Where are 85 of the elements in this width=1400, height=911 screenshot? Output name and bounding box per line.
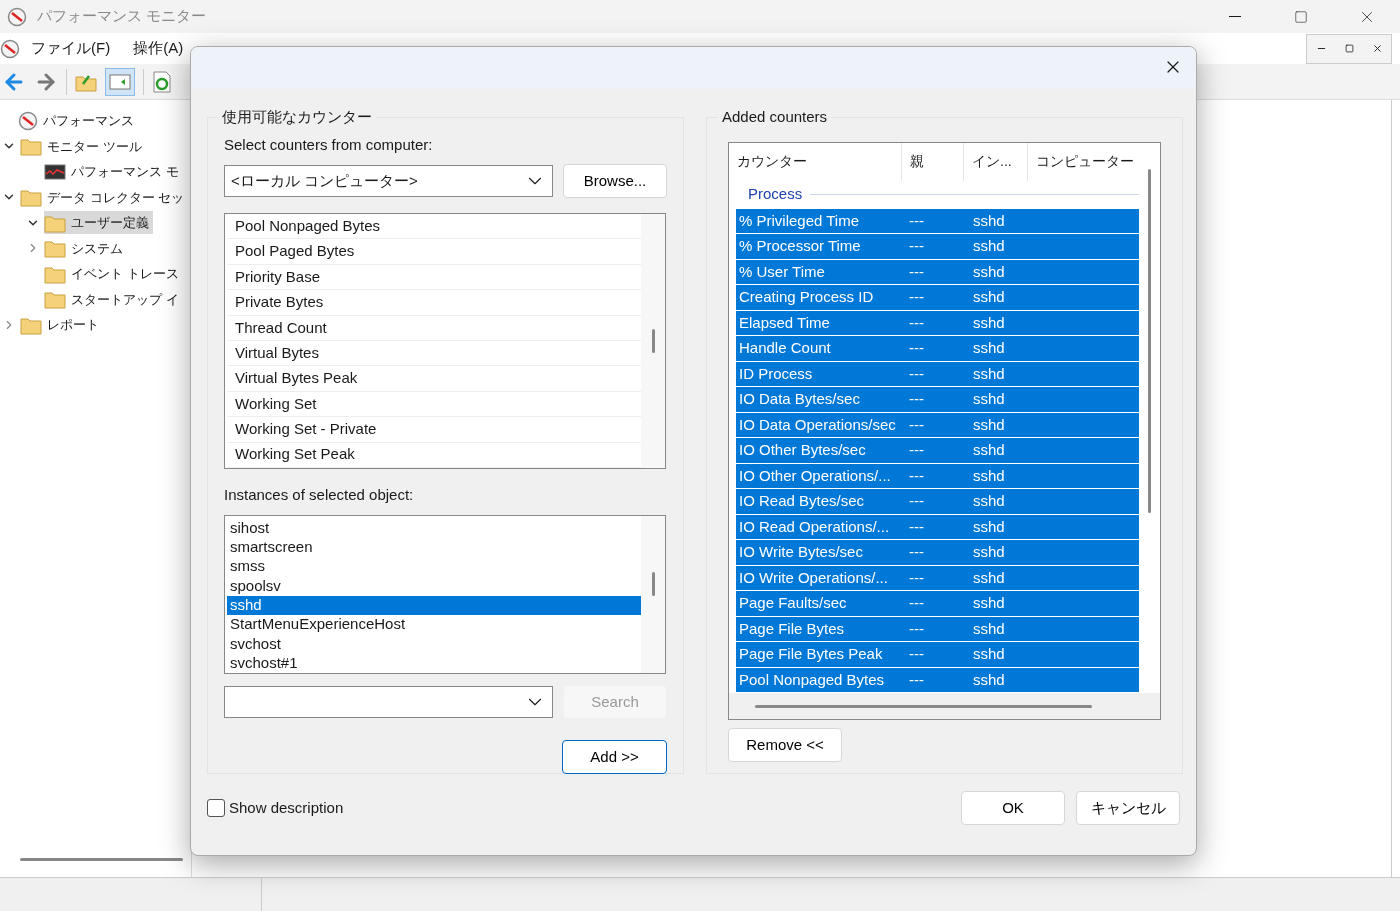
folder-icon	[44, 238, 66, 259]
group-title: 使用可能なカウンター	[221, 107, 373, 127]
tree-item[interactable]: モニター ツール	[20, 134, 146, 158]
tree-item[interactable]: システム	[44, 236, 127, 260]
counter-row[interactable]: IO Data Operations/sec --- sshd	[736, 412, 1139, 438]
counter-item[interactable]: Priority Base	[227, 264, 641, 291]
counter-item[interactable]: Working Set - Private	[227, 417, 641, 443]
tree-item[interactable]: レポート	[20, 313, 103, 337]
counter-item[interactable]: Thread Count	[227, 315, 641, 341]
column-header[interactable]: カウンター	[729, 142, 902, 181]
instances-label: Instances of selected object:	[224, 484, 415, 505]
counter-row[interactable]: Page File Bytes --- sshd	[736, 616, 1139, 642]
counter-item[interactable]: Private Bytes	[227, 290, 641, 316]
counter-row[interactable]: IO Write Operations/... --- sshd	[736, 565, 1139, 591]
computer-label: Select counters from computer:	[224, 134, 434, 155]
console-tree-button[interactable]	[105, 67, 135, 96]
scrollbar-thumb[interactable]	[1148, 168, 1151, 513]
counter-row[interactable]: Page Faults/sec --- sshd	[736, 591, 1139, 617]
counter-row[interactable]: % Privileged Time --- sshd	[736, 208, 1139, 234]
tree-item[interactable]: ユーザー定義	[44, 211, 153, 235]
column-header[interactable]: イン...	[964, 142, 1028, 181]
folder-icon	[44, 289, 66, 310]
cancel-button[interactable]: キャンセル	[1076, 791, 1180, 825]
counter-row[interactable]: IO Write Bytes/sec --- sshd	[736, 540, 1139, 566]
instance-item[interactable]: StartMenuExperienceHost	[227, 614, 641, 635]
counter-item[interactable]: Pool Nonpaged Bytes	[227, 214, 641, 240]
counter-row[interactable]: Creating Process ID --- sshd	[736, 285, 1139, 311]
minimize-icon	[1229, 16, 1241, 17]
gauge-icon	[18, 110, 38, 131]
tree-item[interactable]: スタートアップ イ	[44, 287, 183, 311]
instance-item[interactable]: sshd	[227, 595, 641, 615]
scrollbar-thumb[interactable]	[651, 329, 655, 353]
tree-item[interactable]: パフォーマンス モ	[44, 160, 183, 184]
refresh-icon[interactable]	[152, 70, 172, 93]
instance-list[interactable]: sihost smartscreen smss spoolsv sshd StartMenuExperienceHost svchost svchost#1	[224, 515, 666, 674]
counter-item[interactable]: Virtual Bytes	[227, 340, 641, 367]
counter-row[interactable]: IO Data Bytes/sec --- sshd	[736, 387, 1139, 413]
maximize-icon	[1294, 9, 1308, 24]
column-header[interactable]: 親	[902, 142, 964, 181]
counter-item[interactable]: Virtual Bytes Peak	[227, 366, 641, 392]
folder-icon	[20, 136, 42, 157]
folder-icon	[20, 187, 42, 208]
tree-item[interactable]: データ コレクター セッ	[20, 185, 189, 209]
counter-row[interactable]: IO Read Operations/... --- sshd	[736, 514, 1139, 540]
counter-row[interactable]: IO Read Bytes/sec --- sshd	[736, 489, 1139, 515]
column-header[interactable]: コンピューター	[1028, 142, 1139, 181]
chart-window-icon	[44, 163, 66, 180]
add-button[interactable]: Add >>	[562, 739, 667, 774]
counter-row[interactable]: Pool Nonpaged Bytes --- sshd	[736, 667, 1139, 693]
browse-button[interactable]: Browse...	[563, 164, 667, 198]
scrollbar-thumb[interactable]	[755, 704, 1092, 708]
counter-row[interactable]: IO Other Operations/... --- sshd	[736, 463, 1139, 489]
computer-dropdown[interactable]: <ローカル コンピューター>	[224, 165, 553, 197]
counter-item[interactable]: Pool Paged Bytes	[227, 239, 641, 265]
instance-item[interactable]: smartscreen	[227, 537, 641, 557]
menu-item[interactable]: 操作(A)	[133, 37, 184, 60]
counter-item[interactable]: Working Set Peak	[227, 442, 641, 468]
instance-item[interactable]: smss	[227, 557, 641, 577]
gauge-icon	[7, 6, 27, 27]
counter-item[interactable]: Working Set	[227, 391, 641, 418]
tree-item[interactable]: イベント トレース	[44, 262, 183, 286]
instance-item[interactable]: svchost	[227, 634, 641, 654]
menu-item[interactable]: ファイル(F)	[31, 37, 111, 60]
window-title: パフォーマンス モニター	[37, 6, 207, 27]
remove-button[interactable]: Remove <<	[728, 728, 842, 762]
ok-button[interactable]: OK	[961, 791, 1065, 825]
counter-row[interactable]: % Processor Time --- sshd	[736, 234, 1139, 260]
group-title: Added counters	[721, 107, 829, 127]
instance-item[interactable]: sihost	[227, 518, 641, 538]
tree-item[interactable]: パフォーマンス	[18, 109, 138, 133]
instance-search-field[interactable]	[224, 685, 553, 718]
group-header: Process	[748, 184, 803, 205]
scrollbar-thumb[interactable]	[651, 572, 655, 597]
show-description-checkbox[interactable]: Show description	[207, 796, 344, 820]
instance-item[interactable]: spoolsv	[227, 576, 641, 596]
counter-row[interactable]: Page File Bytes Peak --- sshd	[736, 642, 1139, 668]
added-counters-table[interactable]	[728, 141, 1161, 720]
counter-list[interactable]: Pool Nonpaged Bytes Pool Paged Bytes Priority Base Private Bytes Thread Count Virtual Bytes Virtual Bytes Peak Working Set Working Set - Private Working Set Peak	[224, 213, 666, 469]
counter-row[interactable]: Handle Count --- sshd	[736, 336, 1139, 362]
instance-item[interactable]: svchost#1	[227, 653, 641, 673]
counter-row[interactable]: ID Process --- sshd	[736, 361, 1139, 387]
counter-row[interactable]: IO Other Bytes/sec --- sshd	[736, 438, 1139, 464]
counter-row[interactable]: Elapsed Time --- sshd	[736, 310, 1139, 336]
counter-row[interactable]: % User Time --- sshd	[736, 259, 1139, 285]
scrollbar-thumb[interactable]	[20, 858, 183, 861]
